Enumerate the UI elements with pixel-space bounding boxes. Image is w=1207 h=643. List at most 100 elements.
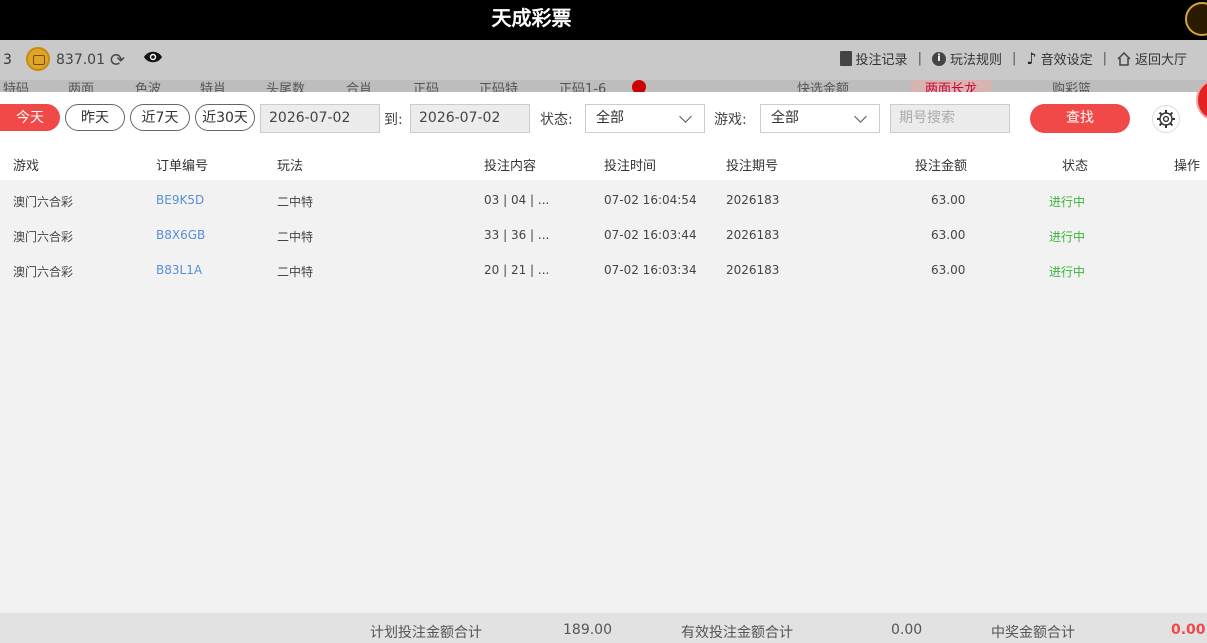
info-icon: i <box>931 51 946 66</box>
cell-game: 澳门六合彩 <box>13 230 74 244</box>
cell-time: 07-02 16:03:44 <box>604 228 697 242</box>
col-issue: 投注期号 <box>726 159 779 174</box>
planned-total-value: 189.00 <box>563 622 612 638</box>
account-partial-text: 3 <box>3 52 12 68</box>
settings-button[interactable] <box>1152 105 1180 133</box>
last7-button[interactable]: 近7天 <box>130 104 190 131</box>
music-note-icon: ♪ <box>1026 49 1037 68</box>
link-back-lobby-label: 返回大厅 <box>1134 53 1187 68</box>
cell-status: 进行中 <box>1049 265 1086 279</box>
tab-normal-1-6[interactable]: 正码1-6 <box>559 80 606 92</box>
order-link[interactable]: B83L1A <box>156 263 202 277</box>
quick-amount[interactable]: 快选金额 <box>797 80 849 92</box>
tab-zodiac[interactable]: 特肖 <box>200 80 226 92</box>
link-bet-records[interactable]: 投注记录 <box>839 49 908 68</box>
issue-search-input[interactable]: 期号搜索 <box>890 104 1010 133</box>
find-button[interactable]: 查找 <box>1030 104 1130 133</box>
table-row: 澳门六合彩 BE9K5D 二中特 03 | 04 | ... 07-02 16:… <box>0 181 1207 216</box>
today-button[interactable]: 今天 <box>0 104 60 131</box>
link-back-lobby[interactable]: 返回大厅 <box>1117 49 1187 68</box>
col-action: 操作 <box>1174 159 1201 174</box>
status-select[interactable]: 全部 <box>585 104 705 133</box>
tab-combo-zodiac[interactable]: 合肖 <box>346 80 372 92</box>
totals-footer: 计划投注金额合计 189.00 有效投注金额合计 0.00 中奖金额合计 0.0… <box>0 613 1207 643</box>
top-links: 投注记录 | i 玩法规则 | ♪ 音效设定 | 返回大厅 <box>839 49 1187 68</box>
long-dragon[interactable]: 两面长龙 <box>911 80 992 92</box>
link-sound-settings[interactable]: ♪ 音效设定 <box>1026 49 1092 68</box>
cell-status: 进行中 <box>1049 230 1086 244</box>
game-select-value: 全部 <box>771 110 799 126</box>
top-bar: 天成彩票 <box>0 0 1207 40</box>
cell-time: 07-02 16:03:34 <box>604 263 697 277</box>
filter-bar: 今天 昨天 近7天 近30天 2026-07-02 到: 2026-07-02 … <box>0 80 1207 144</box>
game-tabs-strip: 特码 两面 色波 特肖 头尾数 合肖 正码 正码特 正码1-6 快选金额 两面长… <box>0 80 1207 92</box>
date-to-input[interactable]: 2026-07-02 <box>410 104 530 133</box>
col-game: 游戏 <box>13 159 40 174</box>
cell-amount: 63.00 <box>931 263 966 277</box>
cell-time: 07-02 16:04:54 <box>604 193 697 207</box>
col-status: 状态 <box>1062 159 1089 174</box>
corner-logo-icon[interactable] <box>1185 2 1207 36</box>
game-label: 游戏: <box>714 112 747 128</box>
cell-amount: 63.00 <box>931 193 966 207</box>
link-rules-label: 玩法规则 <box>949 53 1002 68</box>
cell-content: 33 | 36 | ... <box>484 228 550 242</box>
game-select[interactable]: 全部 <box>760 104 880 133</box>
planned-total-label: 计划投注金额合计 <box>370 625 482 641</box>
cell-issue: 2026183 <box>726 263 780 277</box>
cell-content: 20 | 21 | ... <box>484 263 550 277</box>
status-select-value: 全部 <box>596 110 624 126</box>
balance-value: 837.01 <box>56 52 105 68</box>
link-rules[interactable]: i 玩法规则 <box>931 49 1002 68</box>
tab-color[interactable]: 色波 <box>135 80 161 92</box>
basket[interactable]: 购彩篮 <box>1052 80 1091 92</box>
col-time: 投注时间 <box>604 159 657 174</box>
table-row: 澳门六合彩 B8X6GB 二中特 33 | 36 | ... 07-02 16:… <box>0 216 1207 251</box>
valid-total-label: 有效投注金额合计 <box>681 625 793 641</box>
date-from-input[interactable]: 2026-07-02 <box>260 104 380 133</box>
win-total-label: 中奖金额合计 <box>991 625 1075 641</box>
bet-records-dialog: 今天 昨天 近7天 近30天 2026-07-02 到: 2026-07-02 … <box>0 80 1207 643</box>
app-title: 天成彩票 <box>491 6 572 30</box>
order-link[interactable]: B8X6GB <box>156 228 205 242</box>
status-label: 状态: <box>540 112 573 128</box>
tab-normal[interactable]: 正码 <box>413 80 439 92</box>
cell-issue: 2026183 <box>726 193 780 207</box>
col-order-no: 订单编号 <box>156 159 209 174</box>
link-bet-records-label: 投注记录 <box>855 53 908 68</box>
cell-play: 二中特 <box>277 265 314 279</box>
yesterday-button[interactable]: 昨天 <box>65 104 125 131</box>
eye-icon[interactable] <box>143 50 163 64</box>
cell-game: 澳门六合彩 <box>13 265 74 279</box>
link-sound-settings-label: 音效设定 <box>1040 53 1093 68</box>
cell-game: 澳门六合彩 <box>13 195 74 209</box>
table-row: 澳门六合彩 B83L1A 二中特 20 | 21 | ... 07-02 16:… <box>0 251 1207 286</box>
divider: | <box>1011 51 1017 66</box>
cell-amount: 63.00 <box>931 228 966 242</box>
refresh-icon[interactable]: ⟳ <box>110 50 125 71</box>
cell-status: 进行中 <box>1049 195 1086 209</box>
order-link[interactable]: BE9K5D <box>156 193 204 207</box>
chevron-down-icon <box>679 110 692 123</box>
tab-special[interactable]: 特码 <box>3 80 29 92</box>
divider: | <box>1102 51 1107 66</box>
gear-icon <box>1157 110 1175 128</box>
cell-play: 二中特 <box>277 195 314 209</box>
cell-issue: 2026183 <box>726 228 780 242</box>
table-header: 游戏 订单编号 玩法 投注内容 投注时间 投注期号 投注金额 状态 操作 <box>0 144 1207 180</box>
tab-normal-special[interactable]: 正码特 <box>479 80 518 92</box>
col-amount: 投注金额 <box>915 159 968 174</box>
to-label: 到: <box>384 112 403 128</box>
cell-play: 二中特 <box>277 230 314 244</box>
home-icon <box>1117 51 1131 66</box>
last30-button[interactable]: 近30天 <box>195 104 255 131</box>
wallet-coin-icon <box>26 47 50 71</box>
tab-head-tail[interactable]: 头尾数 <box>266 80 305 92</box>
valid-total-value: 0.00 <box>891 622 923 638</box>
win-total-value: 0.00 <box>1171 622 1206 638</box>
tab-two-sides[interactable]: 两面 <box>68 80 94 92</box>
col-content: 投注内容 <box>484 159 537 174</box>
cell-content: 03 | 04 | ... <box>484 193 550 207</box>
chevron-down-icon <box>854 110 867 123</box>
document-icon <box>839 51 852 66</box>
